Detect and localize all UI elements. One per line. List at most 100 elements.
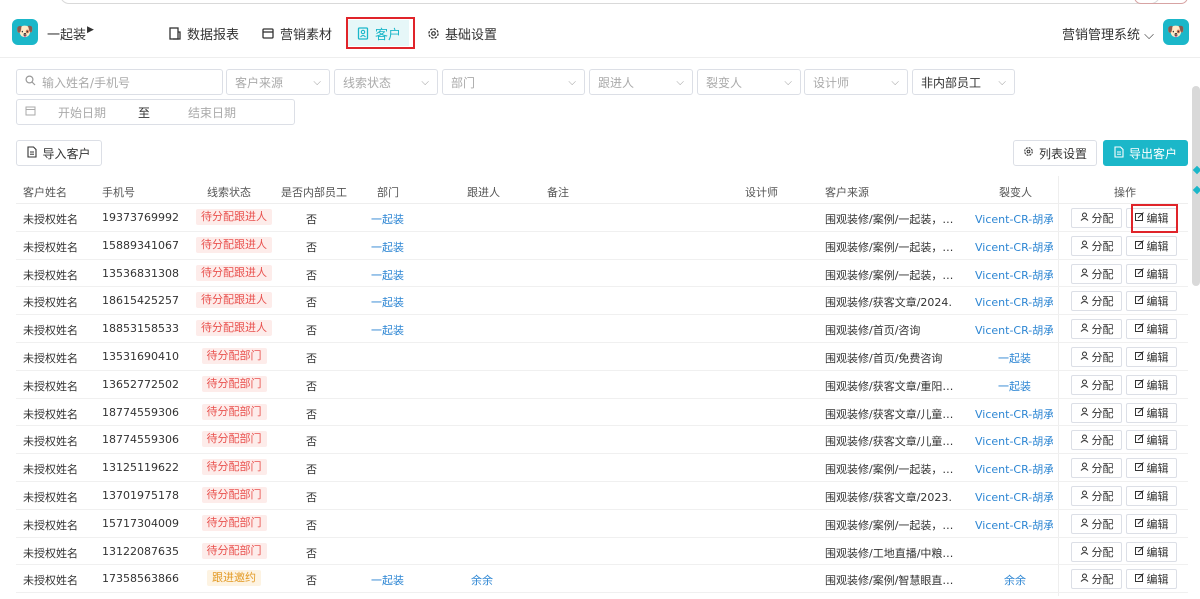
table-row[interactable]: 未授权姓名 13536831308 否 一起装 围观装修/案例/一起装，… Vicent-… [16,260,1188,288]
cell-dept[interactable]: 一起装 [371,572,404,588]
splitter-select-label: 裂变人 [706,75,743,90]
assign-button[interactable]: 分配 [1071,541,1122,562]
assign-button[interactable]: 分配 [1071,263,1122,284]
cell-splitter[interactable]: 一起装 [998,350,1076,366]
brand-name[interactable]: 一起装 [47,24,86,43]
edit-button[interactable]: 编辑 [1126,430,1177,451]
assign-button[interactable]: 分配 [1071,347,1122,367]
source-select[interactable]: 客户来源 ⌵ [226,69,330,95]
calendar-icon [25,105,36,119]
assign-button[interactable]: 分配 [1071,402,1122,423]
table-row[interactable]: 未授权姓名 13652772502 否 围观装修/获客文章/重阳… 一起装 待分配部门 分配… [16,371,1188,399]
cell-internal: 否 [306,379,317,393]
cell-splitter[interactable]: Vicent-CR-胡承仁 [975,433,1053,449]
table-row[interactable]: 未授权姓名 15889341067 否 一起装 围观装修/案例/一起装，… Vicent-… [16,232,1188,260]
assign-button[interactable]: 分配 [1071,235,1122,256]
edit-button[interactable]: 编辑 [1126,263,1177,284]
employee-select[interactable]: 非内部员工 ⌵ [912,69,1015,95]
cell-dept[interactable]: 一起装 [371,211,404,227]
cell-splitter[interactable]: Vicent-CR-胡承仁 [975,294,1053,310]
follower-select[interactable]: 跟进人 ⌵ [589,69,693,95]
cell-dept[interactable]: 一起装 [371,267,404,283]
cell-splitter[interactable]: Vicent-CR-胡承仁 [975,489,1053,505]
splitter-select[interactable]: 裂变人 ⌵ [697,69,801,95]
nav-item-settings[interactable]: 基础设置 [426,20,497,46]
assign-label: 分配 [1091,295,1114,309]
cell-follower[interactable]: 余余 [471,572,493,588]
table-row[interactable]: 未授权姓名 18853158533 否 一起装 围观装修/首页/咨询 Vicent-CR-… [16,315,1188,343]
edit-button[interactable]: 编辑 [1126,541,1177,562]
export-customer-button[interactable]: 导出客户 [1103,140,1188,166]
user-avatar[interactable]: 🐶 [1163,19,1189,45]
cell-splitter[interactable]: Vicent-CR-胡承仁 [975,267,1053,283]
assign-button[interactable]: 分配 [1071,208,1122,228]
dept-select[interactable]: 部门 ⌵ [442,69,585,95]
table-row[interactable]: 未授权姓名 15717304009 否 围观装修/案例/一起装，… Vicent-CR-… [16,510,1188,538]
cell-splitter[interactable]: Vicent-CR-胡承仁 [975,406,1053,422]
cell-splitter[interactable]: Vicent-CR-胡承仁 [975,461,1053,477]
table-row[interactable]: 未授权姓名 18615425257 否 一起装 围观装修/获客文章/2024… Vicen… [16,287,1188,316]
table-row[interactable]: 未授权姓名 13701975178 否 围观装修/获客文章/2023… Vicent-C… [16,482,1188,510]
edit-button[interactable]: 编辑 [1126,569,1177,590]
edit-button[interactable]: 编辑 [1126,235,1177,256]
cell-source: 围观装修/案例/一起装，… [825,240,953,254]
browser-profile-pill[interactable] [1134,0,1188,4]
cell-splitter[interactable]: 一起装 [998,378,1076,394]
table-row[interactable]: 未授权姓名 18774559306 否 围观装修/获客文章/儿童… Vicent-CR-… [16,399,1188,427]
cell-splitter[interactable]: Vicent-CR-胡承仁 [975,211,1053,227]
cell-name: 未授权姓名 [23,407,78,421]
edit-icon [1134,434,1144,446]
assign-label: 分配 [1091,462,1114,476]
status-badge: 待分配部门 [201,431,267,448]
app-header: 🐶 一起装 ▶ 数据报表 营销素材 客户 基础设置 营销管理系统 ⌵ 🐶 [0,6,1200,58]
gear-icon [426,26,440,40]
edit-icon [1134,490,1144,502]
column-settings-button[interactable]: 列表设置 [1013,140,1097,166]
edit-button[interactable]: 编辑 [1126,458,1177,479]
edit-button[interactable]: 编辑 [1126,291,1177,312]
edit-button[interactable]: 编辑 [1126,319,1177,340]
table-row[interactable]: 未授权姓名 17358563866 否一起装 余余 围观装修/案例/智慧眼直… 余余 跟进邀… [16,565,1188,594]
caret-right-icon[interactable]: ▶ [87,25,94,35]
date-range-input[interactable]: 开始日期 至 结束日期 [16,99,295,125]
edit-button[interactable]: 编辑 [1126,513,1177,534]
start-date[interactable]: 开始日期 [58,104,138,121]
address-bar[interactable] [60,0,1160,4]
cell-splitter[interactable]: Vicent-CR-胡承仁 [975,322,1053,338]
assign-button[interactable]: 分配 [1071,513,1122,534]
table-row[interactable]: 未授权姓名 19373769992 否 一起装 围观装修/案例/一起装，… Vicent-… [16,204,1188,232]
assign-button[interactable]: 分配 [1071,291,1122,312]
nav-item-report[interactable]: 数据报表 [168,20,239,46]
assign-button[interactable]: 分配 [1071,569,1122,590]
edit-button[interactable]: 编辑 [1126,402,1177,423]
search-input[interactable]: 输入姓名/手机号 [16,69,223,95]
assign-button[interactable]: 分配 [1071,458,1122,479]
system-switcher[interactable]: 营销管理系统 ⌵ [1062,24,1154,43]
end-date[interactable]: 结束日期 [188,104,236,121]
user-icon [1080,573,1089,585]
table-row[interactable]: 未授权姓名 13531690410 否 围观装修/首页/免费咨询 一起装 待分配部门 分配 编… [16,343,1188,371]
logo-icon[interactable]: 🐶 [12,19,38,45]
assign-button[interactable]: 分配 [1071,319,1122,340]
cell-splitter[interactable]: Vicent-CR-胡承仁 [975,517,1053,533]
assign-button[interactable]: 分配 [1071,486,1122,506]
cell-dept[interactable]: 一起装 [371,322,404,338]
cell-dept[interactable]: 一起装 [371,239,404,255]
assign-button[interactable]: 分配 [1071,374,1122,395]
edit-button[interactable]: 编辑 [1126,486,1177,506]
assign-label: 分配 [1091,434,1114,448]
table-row[interactable]: 未授权姓名 13122087635 否 围观装修/工地直播/中粮… 待分配部门 分配 编辑 [16,538,1188,566]
edit-button[interactable]: 编辑 [1126,347,1177,367]
assign-button[interactable]: 分配 [1071,430,1122,451]
edit-button[interactable]: 编辑 [1126,374,1177,395]
import-customer-button[interactable]: 导入客户 [16,140,102,166]
cell-dept[interactable]: 一起装 [371,294,404,310]
user-icon [1080,323,1089,335]
status-select[interactable]: 线索状态 ⌵ [334,69,438,95]
table-row[interactable]: 未授权姓名 13125119622 否 围观装修/案例/一起装，… Vicent-CR-… [16,454,1188,482]
table-row[interactable]: 未授权姓名 18774559306 否 围观装修/获客文章/儿童… Vicent-CR-… [16,426,1188,455]
cell-internal: 否 [306,352,317,365]
designer-select[interactable]: 设计师 ⌵ [804,69,908,95]
cell-splitter[interactable]: Vicent-CR-胡承仁 [975,239,1053,255]
nav-item-material[interactable]: 营销素材 [261,20,332,46]
